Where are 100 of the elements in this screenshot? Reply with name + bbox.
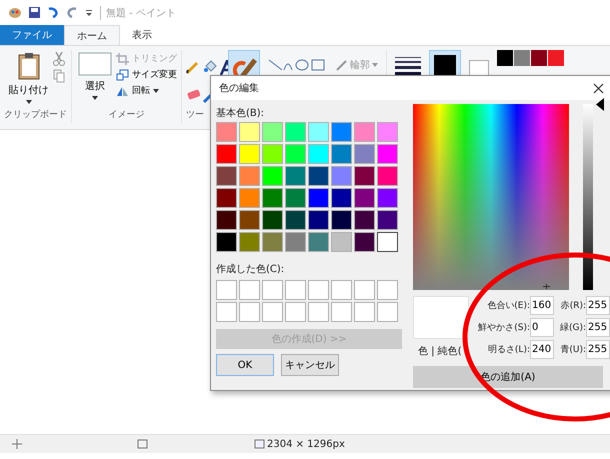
ok-button[interactable]: OK bbox=[216, 354, 274, 376]
color-swatch[interactable] bbox=[331, 232, 352, 252]
select-button[interactable]: 選択 bbox=[76, 50, 114, 108]
color-swatch[interactable] bbox=[377, 122, 398, 142]
color-swatch[interactable] bbox=[239, 122, 260, 142]
color-swatch[interactable] bbox=[377, 210, 398, 230]
palette-swatch[interactable] bbox=[531, 50, 547, 66]
cancel-button[interactable]: キャンセル bbox=[281, 354, 339, 376]
crop-icon bbox=[116, 52, 129, 64]
custom-color-swatch[interactable] bbox=[377, 280, 398, 300]
color-swatch[interactable] bbox=[354, 210, 375, 230]
color-swatch[interactable] bbox=[354, 144, 375, 164]
image-tool-button[interactable]: 回転 bbox=[116, 84, 177, 97]
color-swatch[interactable] bbox=[262, 188, 283, 208]
color-swatch bbox=[434, 55, 456, 77]
input-field[interactable]: 160 bbox=[530, 296, 554, 315]
custom-color-swatch[interactable] bbox=[285, 302, 306, 322]
paste-button[interactable]: 貼り付け bbox=[6, 50, 50, 108]
color-swatch[interactable] bbox=[239, 188, 260, 208]
color-swatch[interactable] bbox=[377, 166, 398, 186]
color-swatch[interactable] bbox=[285, 166, 306, 186]
color-swatch[interactable] bbox=[354, 122, 375, 142]
input-field[interactable]: 240 bbox=[530, 340, 554, 359]
color-swatch[interactable] bbox=[262, 232, 283, 252]
copy-icon[interactable] bbox=[52, 69, 64, 83]
color-swatch[interactable] bbox=[239, 232, 260, 252]
color-swatch[interactable] bbox=[354, 188, 375, 208]
color-swatch[interactable] bbox=[216, 188, 237, 208]
color-swatch[interactable] bbox=[285, 232, 306, 252]
color-swatch[interactable] bbox=[377, 232, 398, 252]
custom-color-swatch[interactable] bbox=[331, 302, 352, 322]
luminance-bar[interactable] bbox=[583, 104, 593, 290]
pencil-icon[interactable] bbox=[186, 60, 200, 74]
custom-color-swatch[interactable] bbox=[216, 280, 237, 300]
custom-color-swatch[interactable] bbox=[262, 302, 283, 322]
input-field[interactable]: 0 bbox=[530, 318, 554, 337]
color-swatch[interactable] bbox=[216, 210, 237, 230]
input-field[interactable]: 255 bbox=[586, 340, 610, 359]
custom-color-swatch[interactable] bbox=[354, 280, 375, 300]
dropdown-icon[interactable] bbox=[85, 8, 93, 16]
color-swatch[interactable] bbox=[262, 122, 283, 142]
palette-swatch[interactable] bbox=[514, 50, 530, 66]
color-swatch[interactable] bbox=[354, 232, 375, 252]
eraser-icon[interactable] bbox=[186, 89, 202, 101]
line-width-icon[interactable] bbox=[395, 56, 421, 78]
fill-bucket-icon[interactable] bbox=[203, 60, 217, 74]
color-swatch[interactable] bbox=[331, 188, 352, 208]
palette-swatch[interactable] bbox=[497, 50, 513, 66]
custom-color-swatch[interactable] bbox=[285, 280, 306, 300]
custom-color-swatch[interactable] bbox=[331, 280, 352, 300]
color-swatch[interactable] bbox=[216, 122, 237, 142]
color-swatch[interactable] bbox=[331, 210, 352, 230]
close-icon[interactable] bbox=[593, 82, 604, 94]
custom-color-swatch[interactable] bbox=[308, 280, 329, 300]
save-icon[interactable] bbox=[29, 7, 40, 18]
color-swatch[interactable] bbox=[239, 210, 260, 230]
luminance-arrow-icon[interactable] bbox=[596, 98, 604, 111]
color-swatch[interactable] bbox=[331, 144, 352, 164]
ribbon-tab[interactable]: ファイル bbox=[0, 25, 64, 45]
color-swatch[interactable] bbox=[285, 144, 306, 164]
input-field[interactable]: 255 bbox=[586, 296, 610, 315]
color-swatch[interactable] bbox=[216, 144, 237, 164]
custom-color-swatch[interactable] bbox=[216, 302, 237, 322]
input-field[interactable]: 255 bbox=[586, 318, 610, 337]
color-swatch[interactable] bbox=[285, 210, 306, 230]
color-swatch[interactable] bbox=[377, 144, 398, 164]
color-swatch[interactable] bbox=[262, 210, 283, 230]
custom-color-swatch[interactable] bbox=[354, 302, 375, 322]
color-spectrum[interactable] bbox=[413, 104, 569, 290]
custom-color-swatch[interactable] bbox=[239, 280, 260, 300]
color-swatch[interactable] bbox=[354, 166, 375, 186]
color-swatch[interactable] bbox=[308, 232, 329, 252]
color-swatch[interactable] bbox=[308, 166, 329, 186]
rotate-icon bbox=[116, 84, 129, 96]
color-swatch[interactable] bbox=[308, 210, 329, 230]
group-label: クリップボード bbox=[4, 108, 67, 122]
color-swatch[interactable] bbox=[308, 144, 329, 164]
color-swatch[interactable] bbox=[216, 166, 237, 186]
color-swatch[interactable] bbox=[377, 188, 398, 208]
image-tool-button[interactable]: サイズ変更 bbox=[116, 68, 177, 81]
custom-color-swatch[interactable] bbox=[308, 302, 329, 322]
custom-color-swatch[interactable] bbox=[377, 302, 398, 322]
custom-color-swatch[interactable] bbox=[262, 280, 283, 300]
color-swatch[interactable] bbox=[331, 166, 352, 186]
ribbon-tab[interactable]: ホーム bbox=[64, 25, 120, 45]
undo-icon[interactable] bbox=[47, 7, 59, 18]
color-swatch[interactable] bbox=[285, 188, 306, 208]
color-swatch[interactable] bbox=[262, 144, 283, 164]
palette-swatch[interactable] bbox=[548, 50, 564, 66]
color-swatch[interactable] bbox=[308, 122, 329, 142]
redo-icon[interactable] bbox=[66, 7, 78, 18]
color-swatch[interactable] bbox=[331, 122, 352, 142]
color-swatch[interactable] bbox=[262, 166, 283, 186]
color-swatch[interactable] bbox=[239, 144, 260, 164]
color-swatch[interactable] bbox=[239, 166, 260, 186]
color-swatch[interactable] bbox=[216, 232, 237, 252]
color-swatch[interactable] bbox=[285, 122, 306, 142]
custom-color-swatch[interactable] bbox=[239, 302, 260, 322]
color-swatch[interactable] bbox=[308, 188, 329, 208]
scissors-icon[interactable] bbox=[52, 52, 64, 66]
